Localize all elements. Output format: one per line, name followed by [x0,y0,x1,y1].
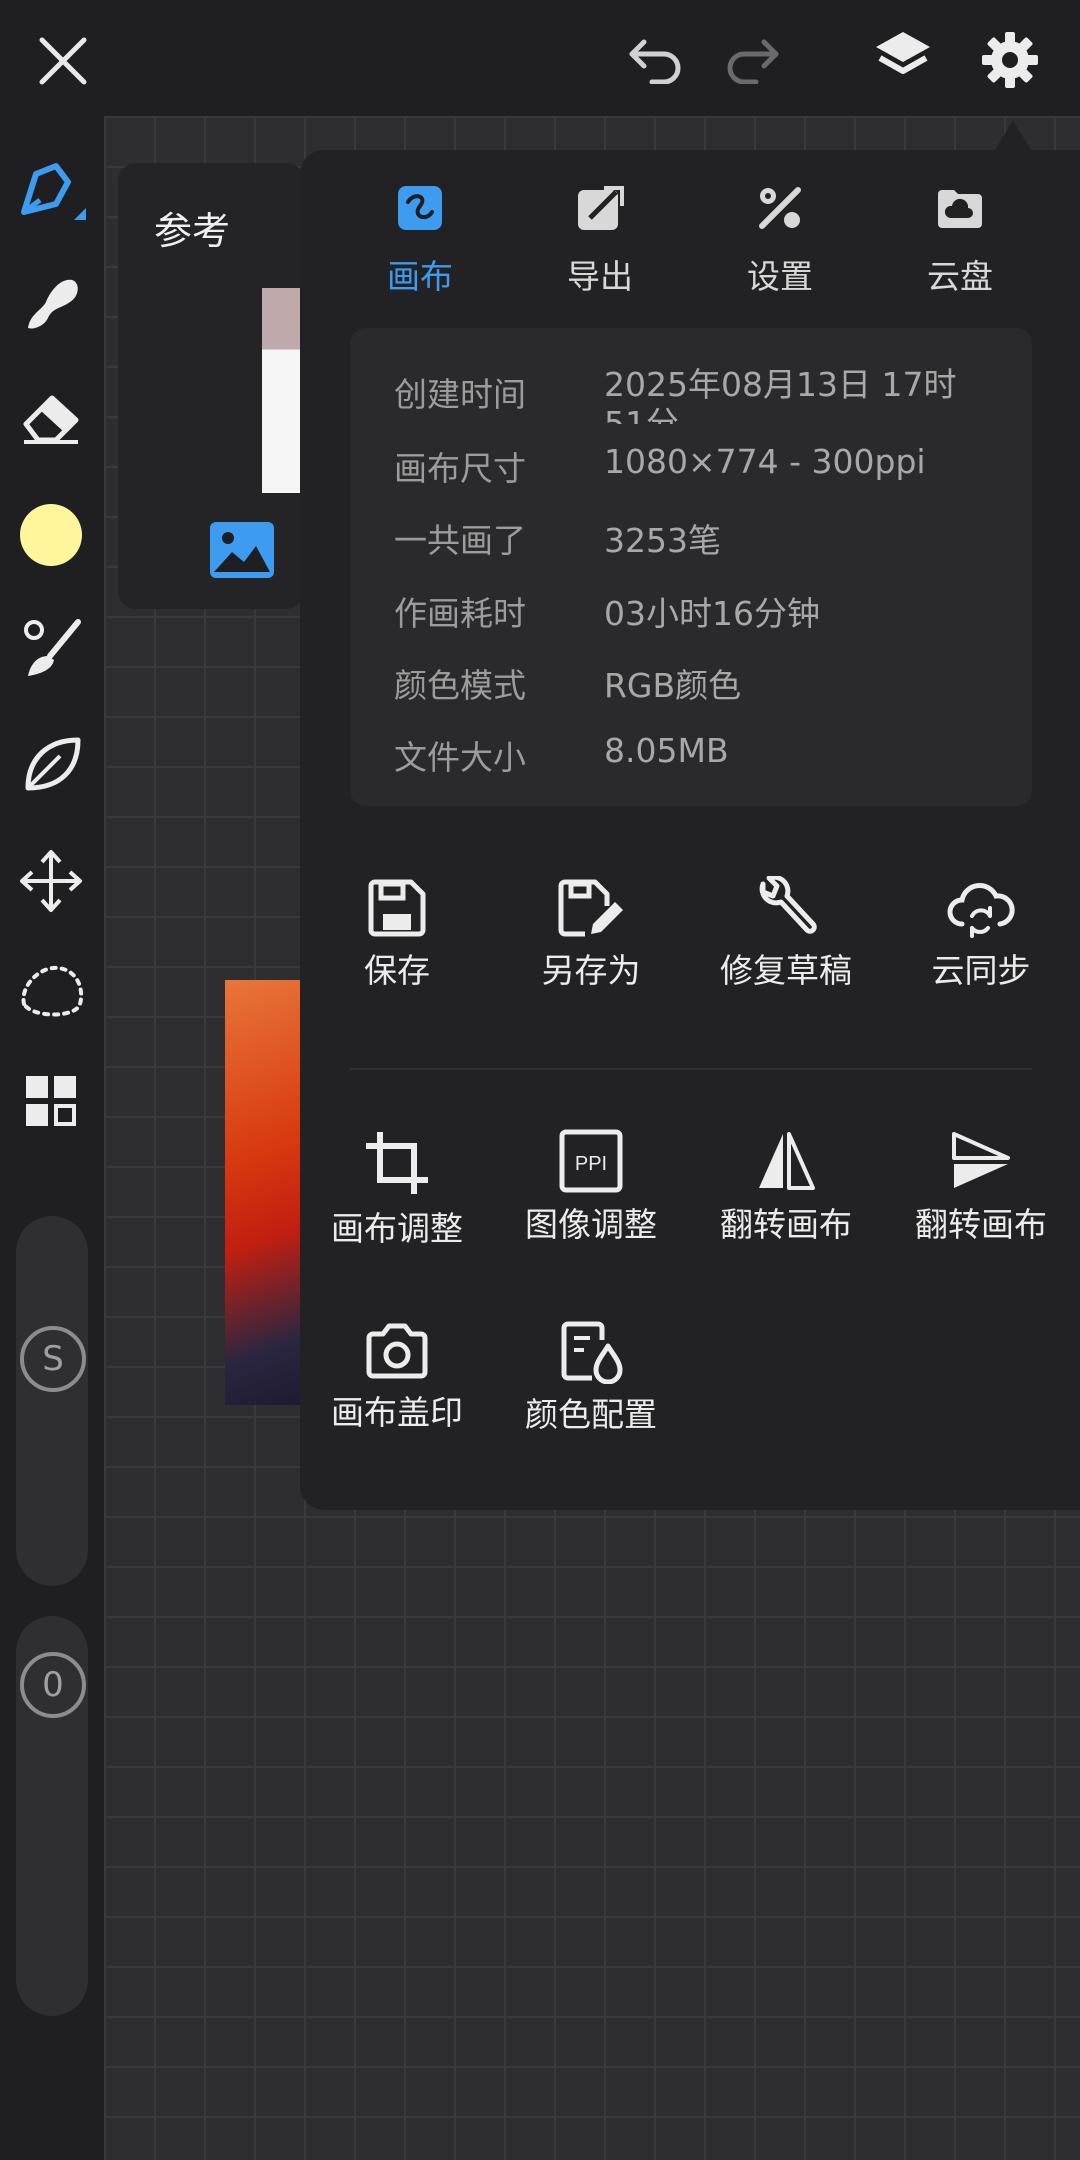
redo-icon[interactable] [722,34,782,84]
tab-canvas-label: 画布 [387,257,453,296]
settings-tools-icon [759,187,801,229]
reference-title: 参考 [154,209,231,253]
save-icon [368,879,426,937]
info-value-color-mode: RGB颜色 [604,666,742,705]
color-profile-button[interactable]: 颜色配置 [491,1320,691,1436]
image-icon[interactable] [208,520,276,580]
color-profile-icon [561,1321,623,1385]
ppi-icon-text: PPI [575,1153,607,1175]
canvas-adjust-label: 画布调整 [331,1209,463,1248]
brush-size-slider[interactable] [16,1216,88,1586]
brush-size-label: S [20,1326,86,1392]
repair-draft-label: 修复草稿 [720,951,852,990]
flip-canvas-vertical-label: 翻转画布 [915,1205,1047,1244]
canvas-adjust-button[interactable]: 画布调整 [297,1128,497,1250]
camera-icon [366,1323,428,1379]
canvas-icon [398,186,442,230]
brush-tool-icon[interactable] [20,616,84,680]
leaf-tool-icon[interactable] [20,732,84,796]
canvas-artwork [225,980,305,1405]
flip-canvas-vertical-button[interactable]: 翻转画布 [881,1128,1080,1246]
info-key-file-size: 文件大小 [394,738,526,777]
repair-icon [759,874,817,934]
brush-color-swatch[interactable] [20,504,82,566]
info-value-strokes: 3253笔 [604,521,721,560]
info-value-created-overflow: 51分 [604,404,679,424]
section-divider [350,1068,1032,1070]
save-as-button[interactable]: 另存为 [491,876,691,992]
tab-export[interactable]: 导出 [520,180,680,300]
color-profile-label: 颜色配置 [525,1395,657,1434]
flip-canvas-horizontal-label: 翻转画布 [720,1205,852,1244]
export-icon [578,186,624,230]
close-icon[interactable] [36,34,90,88]
info-key-color-mode: 颜色模式 [394,666,526,705]
tab-export-label: 导出 [567,257,633,296]
info-value-file-size: 8.05MB [604,731,729,770]
save-as-label: 另存为 [541,951,641,990]
smudge-tool-icon[interactable] [20,270,82,334]
info-key-time-spent: 作画耗时 [394,594,526,633]
eraser-icon[interactable] [20,390,82,446]
pen-tool-icon[interactable] [16,160,88,230]
gear-icon[interactable] [980,30,1040,90]
canvas-stamp-label: 画布盖印 [331,1393,463,1432]
save-button[interactable]: 保存 [297,876,497,992]
flip-canvas-horizontal-button[interactable]: 翻转画布 [686,1128,886,1246]
tab-settings-label: 设置 [747,257,813,296]
cloud-sync-label: 云同步 [931,951,1031,990]
cloud-sync-icon [947,883,1015,938]
flip-horizontal-icon [759,1132,815,1190]
image-adjust-label: 图像调整 [525,1205,657,1244]
tab-cloud-drive[interactable]: 云盘 [880,180,1040,300]
tab-canvas[interactable]: 画布 [340,180,500,300]
save-as-icon [558,879,623,937]
brush-opacity-label: 0 [20,1652,86,1718]
info-key-canvas-size: 画布尺寸 [394,449,526,488]
save-label: 保存 [364,951,430,990]
repair-draft-button[interactable]: 修复草稿 [686,874,886,992]
image-adjust-button[interactable]: PPI 图像调整 [491,1128,691,1246]
info-value-created: 2025年08月13日 17时 [604,365,957,404]
crop-icon [366,1132,428,1194]
cloud-sync-button[interactable]: 云同步 [881,876,1080,992]
undo-icon[interactable] [626,34,686,84]
lasso-select-icon[interactable] [18,960,86,1020]
info-key-strokes: 一共画了 [394,521,526,560]
cloud-drive-icon [938,190,982,228]
reference-image [262,288,304,493]
panel-pointer [995,120,1031,150]
tab-settings[interactable]: 设置 [700,180,860,300]
move-icon[interactable] [18,848,84,914]
ppi-icon: PPI [559,1129,623,1193]
info-value-time-spent: 03小时16分钟 [604,594,820,633]
info-key-created: 创建时间 [394,375,526,414]
tab-cloud-drive-label: 云盘 [927,257,993,296]
grid-menu-icon[interactable] [24,1074,80,1130]
layers-icon[interactable] [872,28,934,88]
info-value-canvas-size: 1080×774 - 300ppi [604,442,926,481]
canvas-stamp-button[interactable]: 画布盖印 [297,1320,497,1434]
flip-vertical-icon [952,1132,1010,1188]
